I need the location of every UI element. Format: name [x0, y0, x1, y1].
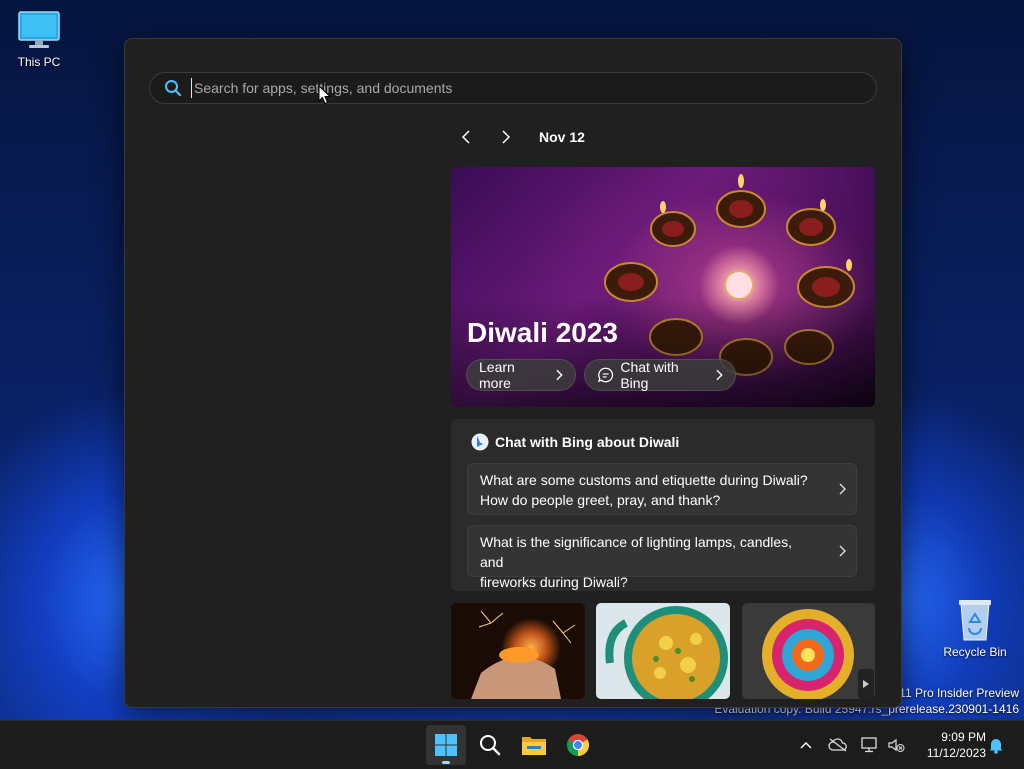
thumbnail-curry-dish[interactable] — [596, 603, 730, 699]
next-day-button[interactable] — [491, 125, 521, 149]
file-explorer-button[interactable] — [514, 725, 554, 765]
caret-right-icon — [863, 680, 869, 688]
chat-with-bing-button[interactable]: Chat with Bing — [584, 359, 736, 391]
taskbar-clock[interactable]: 9:09 PM 11/12/2023 — [914, 729, 986, 761]
thumbnails-scroll-right-button[interactable] — [858, 669, 874, 699]
search-flyout: Nov 12 — [124, 38, 902, 708]
chevron-right-icon — [839, 483, 846, 495]
chevron-right-icon — [716, 369, 723, 381]
thumbnail-rangoli[interactable] — [742, 603, 875, 699]
monitor-icon — [18, 11, 60, 48]
desktop-icon-recycle-bin[interactable]: Recycle Bin — [939, 596, 1011, 659]
diwali-hero-card[interactable]: Diwali 2023 Learn more Chat with Bing — [451, 167, 875, 407]
chrome-button[interactable] — [558, 725, 598, 765]
watermark-line1: s 11 Pro Insider Preview — [889, 686, 1019, 700]
bell-icon — [989, 739, 1003, 754]
learn-more-button[interactable]: Learn more — [466, 359, 576, 391]
bing-logo-icon — [471, 433, 489, 451]
search-input[interactable] — [191, 78, 836, 98]
search-icon — [480, 735, 501, 756]
chat-bubble-icon — [597, 367, 614, 383]
this-pc-label: This PC — [17, 55, 61, 69]
windows-start-icon — [435, 734, 457, 756]
search-icon — [165, 80, 182, 97]
rangoli-image — [762, 609, 854, 699]
onedrive-tray-button[interactable] — [828, 735, 848, 755]
taskbar: 9:09 PM 11/12/2023 — [0, 720, 1024, 769]
chevron-right-icon — [556, 369, 563, 381]
clock-time: 9:09 PM — [941, 730, 986, 744]
start-button[interactable] — [426, 725, 466, 765]
question-1-line2: How do people greet, pray, and thank? — [480, 492, 721, 508]
date-navigation: Nov 12 — [451, 125, 585, 149]
curry-pot-image — [605, 606, 728, 699]
volume-tray-button[interactable] — [886, 735, 906, 755]
notifications-button[interactable] — [986, 735, 1006, 755]
chevron-right-icon — [839, 545, 846, 557]
recycle-bin-icon — [959, 600, 991, 641]
thumbnail-sparklers[interactable] — [451, 603, 585, 699]
mouse-cursor-icon — [318, 85, 331, 105]
learn-more-label: Learn more — [479, 359, 515, 391]
question-2-line2: fireworks during Diwali? — [480, 574, 628, 590]
date-label: Nov 12 — [539, 129, 585, 145]
previous-day-button[interactable] — [451, 125, 481, 149]
recycle-bin-label: Recycle Bin — [943, 645, 1007, 659]
chevron-right-icon — [502, 130, 511, 144]
chevron-left-icon — [461, 130, 470, 144]
show-hidden-icons-button[interactable] — [796, 735, 816, 755]
bing-question-2[interactable]: What is the significance of lighting lam… — [467, 525, 857, 590]
bing-chat-title: Chat with Bing about Diwali — [495, 434, 680, 450]
chrome-icon — [567, 734, 589, 756]
volume-muted-icon — [888, 738, 905, 752]
file-explorer-icon — [522, 737, 546, 755]
question-1-line1: What are some customs and etiquette duri… — [480, 472, 808, 488]
clock-date: 11/12/2023 — [926, 746, 986, 760]
bing-question-1[interactable]: What are some customs and etiquette duri… — [467, 463, 857, 515]
hero-title: Diwali 2023 — [467, 317, 618, 348]
taskbar-search-button[interactable] — [470, 725, 510, 765]
desktop-icon-this-pc[interactable]: This PC — [3, 10, 75, 69]
search-box[interactable] — [149, 72, 877, 104]
chevron-up-icon — [800, 742, 812, 749]
question-2-line1: What is the significance of lighting lam… — [480, 534, 793, 570]
network-icon — [861, 737, 877, 753]
bing-chat-header: Chat with Bing about Diwali — [471, 433, 679, 451]
network-tray-button[interactable] — [860, 735, 880, 755]
sparkler-hands-image — [471, 610, 576, 699]
chat-with-bing-label: Chat with Bing — [620, 359, 679, 391]
bing-chat-card: Chat with Bing about Diwali What are som… — [451, 419, 875, 591]
cloud-offline-icon — [828, 738, 847, 752]
